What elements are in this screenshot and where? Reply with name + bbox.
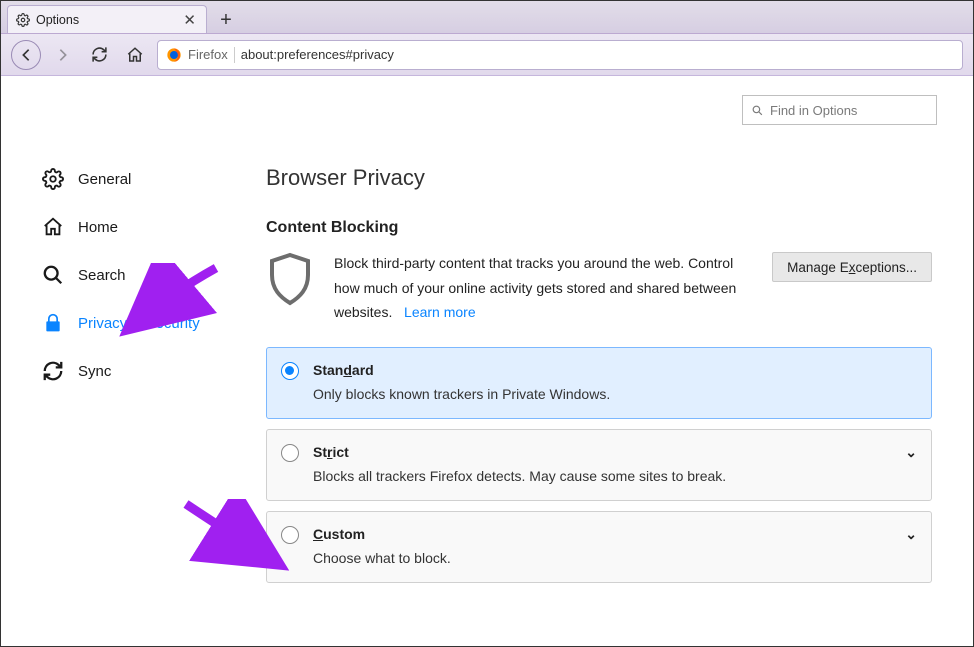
home-button[interactable]	[121, 41, 149, 69]
url-brand: Firefox	[188, 47, 228, 62]
sidebar-item-privacy[interactable]: Privacy & Security	[2, 299, 242, 347]
radio-icon[interactable]	[281, 526, 299, 544]
reload-button[interactable]	[85, 41, 113, 69]
sidebar-item-search[interactable]: Search	[2, 251, 242, 299]
forward-button[interactable]	[49, 41, 77, 69]
tab-title: Options	[36, 13, 175, 27]
radio-icon[interactable]	[281, 362, 299, 380]
option-title: Strict	[313, 444, 913, 460]
description-text: Block third-party content that tracks yo…	[334, 251, 744, 325]
option-title: Standard	[313, 362, 913, 378]
learn-more-link[interactable]: Learn more	[404, 304, 476, 320]
sidebar-item-label: General	[78, 171, 131, 188]
separator	[234, 47, 235, 63]
chevron-down-icon[interactable]: ⌄	[905, 444, 917, 461]
option-strict[interactable]: ⌄ Strict Blocks all trackers Firefox det…	[266, 429, 932, 501]
sidebar-item-label: Search	[78, 267, 126, 284]
option-desc: Only blocks known trackers in Private Wi…	[313, 386, 913, 402]
section-title: Browser Privacy	[266, 165, 932, 191]
option-desc: Choose what to block.	[313, 550, 913, 566]
manage-exceptions-button[interactable]: Manage Exceptions...	[772, 252, 932, 282]
new-tab-button[interactable]: +	[213, 7, 239, 33]
option-desc: Blocks all trackers Firefox detects. May…	[313, 468, 913, 484]
shield-icon	[266, 251, 314, 307]
url-bar[interactable]: Firefox about:preferences#privacy	[157, 40, 963, 70]
radio-icon[interactable]	[281, 444, 299, 462]
lock-icon	[42, 312, 64, 334]
gear-icon	[16, 13, 30, 27]
tab-strip: Options ✕ +	[1, 1, 973, 34]
url-text: about:preferences#privacy	[241, 47, 394, 62]
sidebar-item-general[interactable]: General	[2, 155, 242, 203]
sidebar-item-label: Privacy & Security	[78, 315, 200, 332]
option-title: Custom	[313, 526, 913, 542]
main-panel: Browser Privacy Content Blocking Block t…	[242, 77, 972, 645]
home-icon	[42, 216, 64, 238]
tab-options[interactable]: Options ✕	[7, 5, 207, 33]
content-area: Find in Options General Home Search Pri	[2, 77, 972, 645]
gear-icon	[42, 168, 64, 190]
sidebar-item-label: Home	[78, 219, 118, 236]
nav-toolbar: Firefox about:preferences#privacy	[1, 34, 973, 76]
option-custom[interactable]: ⌄ Custom Choose what to block.	[266, 511, 932, 583]
sidebar-item-home[interactable]: Home	[2, 203, 242, 251]
sidebar-item-label: Sync	[78, 363, 111, 380]
close-icon[interactable]: ✕	[181, 11, 198, 29]
firefox-icon	[166, 47, 182, 63]
description-body: Block third-party content that tracks yo…	[334, 255, 736, 320]
search-icon	[42, 264, 64, 286]
option-standard[interactable]: Standard Only blocks known trackers in P…	[266, 347, 932, 419]
sync-icon	[42, 360, 64, 382]
back-button[interactable]	[11, 40, 41, 70]
subsection-title: Content Blocking	[266, 219, 932, 237]
chevron-down-icon[interactable]: ⌄	[905, 526, 917, 543]
sidebar: General Home Search Privacy & Security S…	[2, 77, 242, 645]
sidebar-item-sync[interactable]: Sync	[2, 347, 242, 395]
